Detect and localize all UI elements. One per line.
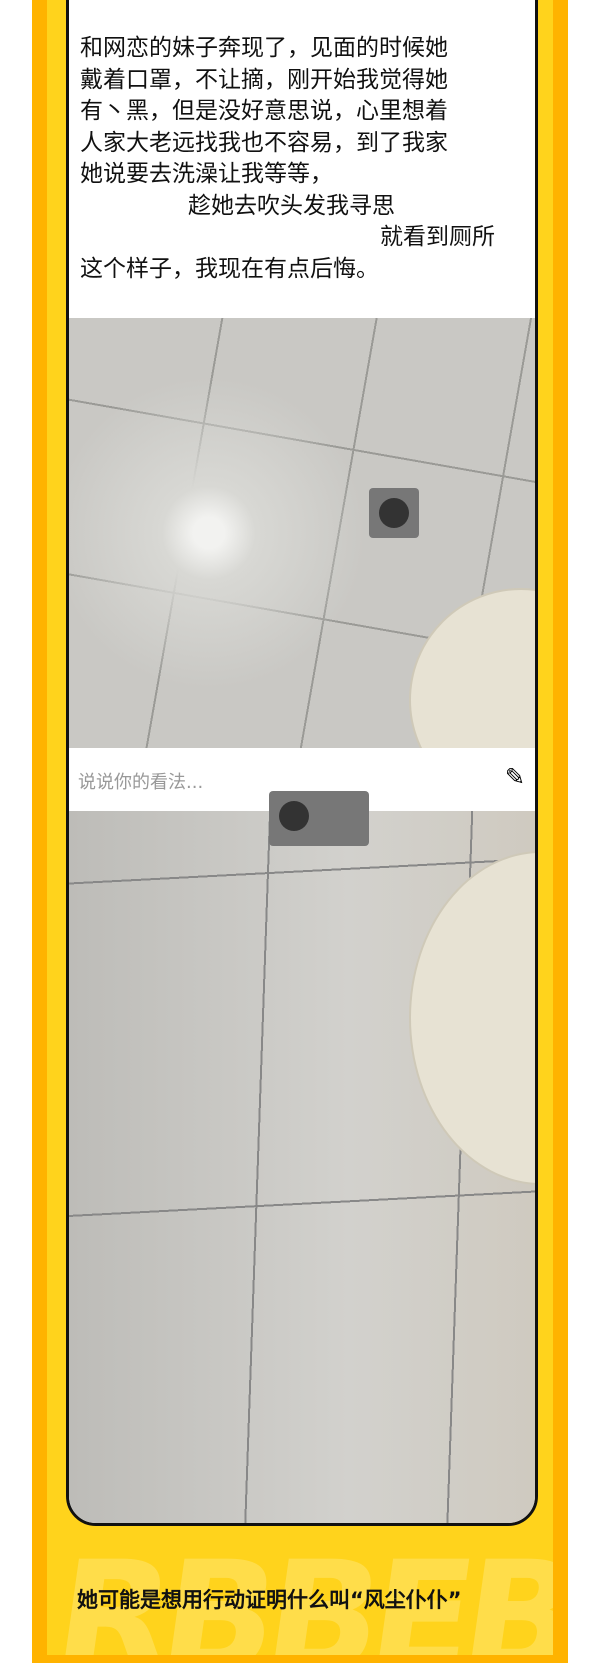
story-line: 就看到厕所 (380, 224, 495, 250)
story-line: 和网恋的妹子奔现了，见面的时候她 (80, 35, 448, 61)
meme-sticker-icon: ✎ (504, 763, 525, 791)
comment-input[interactable]: 说说你的看法... (78, 768, 203, 794)
story-line: 戴着口罩，不让摘，刚开始我觉得她 (80, 66, 448, 93)
bathroom-floor-photo-2 (69, 791, 535, 1523)
floor-drain (369, 488, 419, 538)
post-card: 和网恋的妹子奔现了，见面的时候她 戴着口罩，不让摘，刚开始我觉得她 有丶黑，但是… (66, 0, 538, 1526)
story-line: 她说要去洗澡让我等等， (80, 161, 333, 187)
bathroom-floor-photo-1 (69, 318, 535, 812)
toilet (409, 851, 535, 1185)
story-line: 趁她去吹头发我寻思 (188, 192, 395, 219)
story-line: 有丶黑，但是没好意思说，心里想着 (80, 98, 448, 124)
story-line: 人家大老远找我也不容易，到了我家 (80, 129, 448, 156)
floor-drain (269, 791, 369, 846)
caption: 她可能是想用行动证明什么叫“风尘仆仆” (77, 1588, 462, 1612)
story-text: 和网恋的妹子奔现了，见面的时候她 戴着口罩，不让摘，刚开始我觉得她 有丶黑，但是… (80, 33, 520, 285)
story-line: 这个样子，我现在有点后悔。 (80, 255, 379, 282)
